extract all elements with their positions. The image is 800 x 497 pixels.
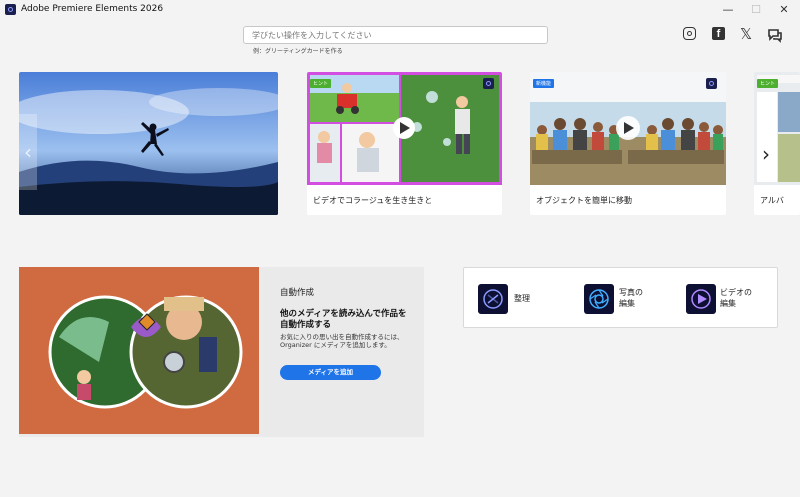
instagram-icon[interactable] xyxy=(683,27,696,40)
tip-badge: ヒント xyxy=(310,79,332,88)
move-object-thumbnail xyxy=(530,72,726,185)
auto-create-image xyxy=(19,267,259,434)
maximize-button[interactable]: ☐ xyxy=(743,2,769,18)
minimize-button[interactable]: — xyxy=(715,2,741,18)
discord-icon[interactable] xyxy=(767,27,783,43)
carousel-card-move-object[interactable]: 新機能 オブジェクトを簡単に移動 xyxy=(530,72,726,215)
photo-edit-label[interactable]: 写真の 編集 xyxy=(619,287,643,309)
search-hint: 例：グリーティングカードを作る xyxy=(253,48,343,55)
premiere-logo-icon xyxy=(706,78,717,89)
title-bar: Adobe Premiere Elements 2026 — ☐ ✕ xyxy=(0,0,800,20)
add-media-button[interactable]: メディアを追加 xyxy=(280,365,381,380)
organize-icon[interactable] xyxy=(478,284,508,314)
card-label: オブジェクトを簡単に移動 xyxy=(536,196,632,205)
auto-create-heading: 自動作成 xyxy=(280,288,315,298)
collage-thumbnail xyxy=(307,72,502,185)
carousel-next-button[interactable]: › xyxy=(762,142,770,166)
window-title: Adobe Premiere Elements 2026 xyxy=(21,4,164,14)
app-logo-icon xyxy=(5,4,16,15)
carousel-prev-button[interactable]: ‹ xyxy=(19,114,37,190)
carousel-card-album[interactable]: ヒント アルバ xyxy=(754,72,800,215)
tip-badge: ヒント xyxy=(757,79,779,88)
card-label: ビデオでコラージュを生き生きと xyxy=(313,196,433,205)
auto-create-title: 他のメディアを読み込んで作品を自動作成する xyxy=(280,309,407,330)
card-label: アルバ xyxy=(760,196,784,205)
facebook-icon[interactable]: f xyxy=(712,27,725,40)
x-icon[interactable]: 𝕏 xyxy=(740,25,756,43)
hero-image xyxy=(19,72,278,215)
video-edit-label[interactable]: ビデオの 編集 xyxy=(720,287,752,309)
organize-label[interactable]: 整理 xyxy=(514,293,530,304)
new-feature-badge: 新機能 xyxy=(533,79,555,88)
photo-edit-icon[interactable] xyxy=(584,284,614,314)
premiere-logo-icon xyxy=(483,78,494,89)
album-thumbnail xyxy=(754,72,800,185)
close-button[interactable]: ✕ xyxy=(771,2,797,18)
hero-banner[interactable] xyxy=(19,72,278,215)
search-input[interactable] xyxy=(243,26,548,44)
video-edit-icon[interactable] xyxy=(686,284,716,314)
auto-create-description: お気に入りの思い出を自動作成するには、Organizer にメディアを追加します… xyxy=(280,333,404,349)
quick-actions-panel: 整理 写真の 編集 ビデオの 編集 xyxy=(463,267,778,328)
carousel-card-collage[interactable]: ヒント ビデオでコラージュを生き生きと xyxy=(307,72,502,215)
